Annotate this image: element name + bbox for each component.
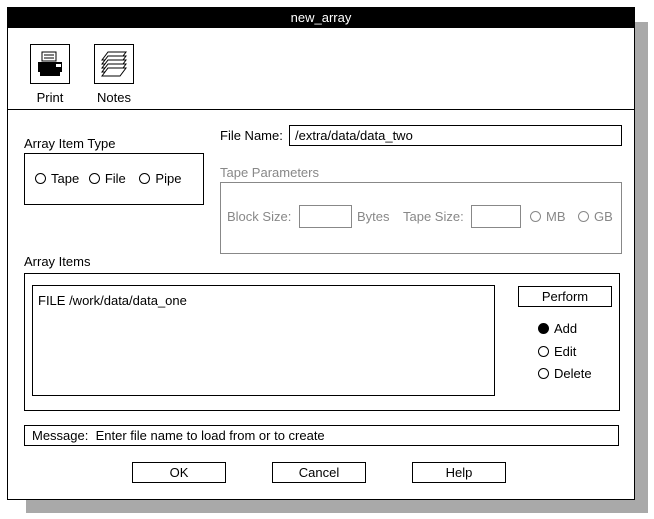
message-label: Message: bbox=[32, 428, 89, 443]
tape-size-label: Tape Size: bbox=[403, 209, 464, 224]
radio-edit[interactable]: Edit bbox=[538, 344, 576, 359]
radio-circle-icon bbox=[538, 368, 549, 379]
window-title[interactable]: new_array bbox=[8, 8, 634, 28]
notes-icon bbox=[94, 44, 134, 84]
radio-circle-icon bbox=[35, 173, 46, 184]
array-items-list[interactable]: FILE /work/data/data_one bbox=[32, 285, 495, 396]
item-type-label: Array Item Type bbox=[24, 136, 116, 151]
block-size-input[interactable] bbox=[299, 205, 352, 228]
message-bar: Message: Enter file name to load from or… bbox=[24, 425, 619, 446]
item-type-group: Tape File Pipe bbox=[24, 153, 204, 205]
radio-circle-icon bbox=[530, 211, 541, 222]
perform-button[interactable]: Perform bbox=[518, 286, 612, 307]
cancel-button[interactable]: Cancel bbox=[272, 462, 366, 483]
dialog-window: new_array Print Notes Array Item Type Ta… bbox=[7, 7, 635, 500]
radio-selected-icon bbox=[538, 323, 549, 334]
tape-parameters-group: Block Size: Bytes Tape Size: MB GB bbox=[220, 182, 622, 254]
radio-file[interactable]: File bbox=[88, 171, 126, 186]
notes-tool[interactable]: Notes bbox=[94, 44, 134, 105]
printer-icon bbox=[30, 44, 70, 84]
radio-pipe[interactable]: Pipe bbox=[139, 171, 181, 186]
toolbar-separator bbox=[8, 109, 634, 110]
radio-circle-icon bbox=[538, 346, 549, 357]
tape-size-input[interactable] bbox=[471, 205, 521, 228]
radio-circle-icon bbox=[88, 173, 100, 184]
bytes-label: Bytes bbox=[357, 209, 390, 224]
message-text: Enter file name to load from or to creat… bbox=[95, 428, 325, 443]
array-items-group: FILE /work/data/data_one Perform Add Edi… bbox=[24, 273, 620, 411]
notes-label: Notes bbox=[97, 90, 131, 105]
block-size-label: Block Size: bbox=[227, 209, 292, 224]
radio-circle-icon bbox=[139, 173, 151, 184]
radio-tape[interactable]: Tape bbox=[35, 171, 79, 186]
radio-circle-icon bbox=[578, 211, 589, 222]
radio-gb[interactable]: GB bbox=[578, 209, 613, 224]
file-name-input[interactable]: /extra/data/data_two bbox=[289, 125, 622, 146]
file-name-label: File Name: bbox=[220, 128, 283, 143]
array-items-label: Array Items bbox=[24, 254, 91, 269]
print-tool[interactable]: Print bbox=[30, 44, 70, 105]
radio-delete[interactable]: Delete bbox=[538, 366, 592, 381]
radio-mb[interactable]: MB bbox=[530, 209, 566, 224]
ok-button[interactable]: OK bbox=[132, 462, 226, 483]
print-label: Print bbox=[36, 90, 64, 105]
list-item[interactable]: FILE /work/data/data_one bbox=[38, 293, 187, 308]
radio-add[interactable]: Add bbox=[538, 321, 577, 336]
tape-parameters-label: Tape Parameters bbox=[220, 165, 319, 180]
help-button[interactable]: Help bbox=[412, 462, 506, 483]
